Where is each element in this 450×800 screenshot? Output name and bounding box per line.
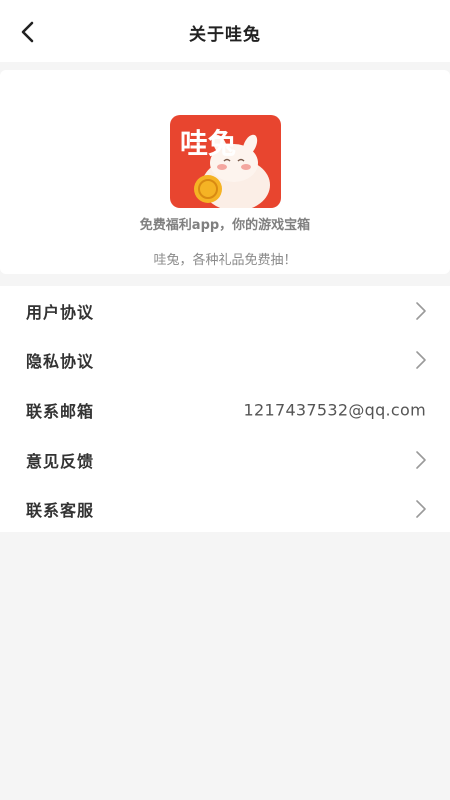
menu-item-label: 联系邮箱 xyxy=(26,401,95,421)
chevron-right-icon xyxy=(416,351,426,370)
app-tagline: 免费福利app，你的游戏宝箱 xyxy=(139,218,311,233)
menu-item-label: 用户协议 xyxy=(26,302,95,322)
menu-item-label: 意见反馈 xyxy=(26,451,95,471)
top-bar: 关于哇兔 xyxy=(0,0,450,62)
page-title: 关于哇兔 xyxy=(189,25,261,45)
contact-email-value: 1217437532@qq.com xyxy=(243,400,426,420)
menu-item-contact-email: 联系邮箱 1217437532@qq.com xyxy=(0,385,450,435)
menu-item-feedback[interactable]: 意见反馈 xyxy=(0,435,450,485)
menu-item-label: 隐私协议 xyxy=(26,352,95,372)
menu-item-customer-service[interactable]: 联系客服 xyxy=(0,484,450,534)
app-logo: 哇兔 xyxy=(170,115,281,208)
about-card: 哇兔 免费福利app，你的游戏宝箱 哇兔，各种礼品免费抽！ xyxy=(0,70,450,274)
menu-item-user-agreement[interactable]: 用户协议 xyxy=(0,286,450,336)
menu-item-label: 联系客服 xyxy=(26,501,95,521)
chevron-right-icon xyxy=(416,500,426,518)
logo-text: 哇兔 xyxy=(180,127,236,160)
menu-item-privacy-policy[interactable]: 隐私协议 xyxy=(0,336,450,386)
chevron-right-icon xyxy=(416,301,426,320)
chevron-right-icon xyxy=(416,450,426,469)
settings-menu: 用户协议 隐私协议 联系邮箱 1217437532@qq.com 意见反馈 联系… xyxy=(0,286,450,532)
app-slogan: 哇兔，各种礼品免费抽！ xyxy=(153,253,297,268)
